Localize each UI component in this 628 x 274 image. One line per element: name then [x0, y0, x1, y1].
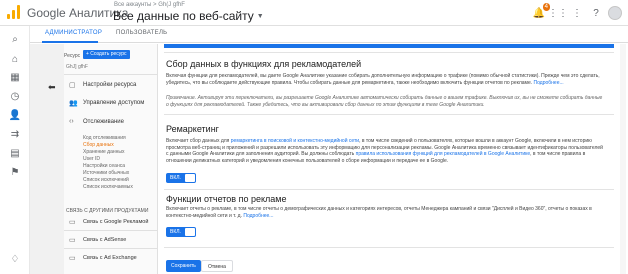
nav-item-ad-exchange[interactable]: Связь с Ad Exchange	[83, 255, 137, 261]
learn-more-link[interactable]: Подробнее...	[534, 80, 564, 86]
divider	[64, 74, 158, 75]
behavior-icon[interactable]: ▤	[8, 146, 22, 160]
section-text-advertising-features: Включая функции для рекламодателей, вы д…	[166, 73, 600, 86]
resource-selector[interactable]: GhJ] gfhF	[66, 64, 88, 70]
nav-sub-tracking-code[interactable]: Код отслеживания	[83, 135, 126, 141]
toggle-label: ВКЛ.	[170, 175, 181, 181]
discover-icon[interactable]: ♢	[8, 252, 22, 266]
settings-square-icon: ▢	[69, 82, 76, 89]
section-title-advertising-features: Сбор данных в функциях для рекламодателе…	[166, 59, 362, 69]
ad-exchange-link-icon: ▭	[69, 255, 76, 262]
notifications-icon[interactable]: 🔔 4	[532, 3, 550, 20]
section-text-remarketing: Включает сбор данных для ремаркетинга в …	[166, 138, 603, 164]
learn-more-link[interactable]: Подробнее...	[243, 213, 273, 219]
nav-item-settings[interactable]: Настройки ресурса	[83, 82, 136, 88]
admin-nav: Ресурс + Создать ресурс GhJ] gfhF ⬅ ▢ На…	[30, 44, 158, 274]
divider	[64, 248, 158, 249]
toggle-label: ВКЛ.	[170, 229, 181, 235]
home-icon[interactable]: ⌂	[8, 52, 22, 66]
header-actions: 🔔 4 ⋮⋮ ⋮ ?	[532, 3, 622, 22]
realtime-clock-icon[interactable]: ◷	[8, 89, 22, 103]
back-arrow-icon[interactable]: ⬅	[48, 82, 56, 93]
panel-accent-strip	[164, 44, 614, 48]
nav-sub-referral-exclusion[interactable]: Список исключений	[83, 177, 129, 183]
caret-down-icon: ▼	[256, 13, 264, 21]
toggle-knob	[185, 174, 195, 182]
section-note: Примечание. Активируя эти переключатели,…	[166, 95, 603, 108]
cancel-button[interactable]: Отмена	[201, 260, 233, 272]
nav-item-tracking[interactable]: Отслеживание	[83, 119, 124, 125]
nav-item-google-ads[interactable]: Связь с Google Рекламой	[83, 219, 148, 225]
scrollbar[interactable]	[620, 44, 626, 274]
create-resource-button[interactable]: + Создать ресурс	[83, 50, 130, 59]
admin-tabs: АДМИНИСТРАТОР ПОЛЬЗОВАТЕЛЬ	[30, 26, 628, 43]
analytics-logo-icon[interactable]	[7, 5, 21, 19]
toggle-knob	[185, 228, 195, 236]
save-button[interactable]: Сохранить	[166, 260, 201, 272]
data-collection-panel: Сбор данных в функциях для рекламодателе…	[158, 44, 628, 274]
adsense-link-icon: ▭	[69, 237, 76, 244]
nav-sub-session-settings[interactable]: Настройки сеанса	[83, 163, 125, 169]
account-column	[30, 44, 64, 274]
divider	[164, 247, 614, 248]
view-selector[interactable]: Все данные по веб-сайту ▼	[113, 9, 264, 23]
help-icon[interactable]: ?	[589, 6, 603, 20]
ad-reporting-toggle[interactable]: ВКЛ.	[166, 227, 196, 237]
code-brackets-icon: ‹›	[69, 118, 74, 125]
search-icon[interactable]: ⌕	[8, 32, 22, 46]
remarketing-toggle[interactable]: ВКЛ.	[166, 173, 196, 183]
more-vert-icon[interactable]: ⋮	[570, 6, 584, 20]
resource-label: Ресурс	[64, 53, 81, 59]
nav-sub-search-exclusion[interactable]: Список исключаемых	[83, 184, 133, 190]
nav-sub-user-id[interactable]: User ID	[83, 156, 100, 162]
policy-link[interactable]: правила использования функций для реклам…	[356, 151, 531, 157]
acquisition-icon[interactable]: ⇉	[8, 127, 22, 141]
nav-sub-organic-sources[interactable]: Источники обычных	[83, 170, 129, 176]
divider	[64, 230, 158, 231]
nav-item-access[interactable]: Управление доступом	[83, 100, 144, 106]
customization-icon[interactable]: ▦	[8, 70, 22, 84]
section-title-ad-reporting: Функции отчетов по рекламе	[166, 194, 287, 204]
conversions-flag-icon[interactable]: ⚑	[8, 165, 22, 179]
audience-person-icon[interactable]: 👤	[8, 108, 22, 122]
top-bar: Google Аналитика Все аккаунты > Gh(J gfh…	[0, 0, 628, 26]
divider	[164, 114, 614, 115]
section-title-remarketing: Ремаркетинг	[166, 124, 219, 134]
active-tab-indicator	[42, 41, 98, 43]
people-icon: 👥	[69, 100, 78, 107]
section-text-ad-reporting: Включает отчеты о рекламе, в том числе о…	[166, 206, 592, 219]
apps-grid-icon[interactable]: ⋮⋮	[548, 6, 568, 20]
tab-admin[interactable]: АДМИНИСТРАТОР	[45, 30, 102, 36]
divider	[164, 189, 614, 190]
tab-user[interactable]: ПОЛЬЗОВАТЕЛЬ	[116, 30, 167, 36]
ads-link-icon: ▭	[69, 219, 76, 226]
view-name: Все данные по веб-сайту	[113, 9, 254, 23]
breadcrumb[interactable]: Все аккаунты > Gh(J gfhF	[114, 2, 185, 8]
avatar[interactable]	[608, 6, 622, 20]
left-rail: ⌕ ⌂ ▦ ◷ 👤 ⇉ ▤ ⚑ ♢	[0, 26, 30, 274]
nav-sub-data-retention[interactable]: Хранение данных	[83, 149, 124, 155]
nav-item-adsense[interactable]: Связь с AdSense	[83, 237, 126, 243]
nav-sub-data-collection[interactable]: Сбор данных	[83, 142, 114, 148]
product-links-caption: СВЯЗЬ С ДРУГИМИ ПРОДУКТАМИ	[66, 208, 149, 214]
divider	[164, 52, 614, 53]
remarketing-link[interactable]: ремаркетинга в поисковой и контекстно-ме…	[231, 138, 359, 144]
